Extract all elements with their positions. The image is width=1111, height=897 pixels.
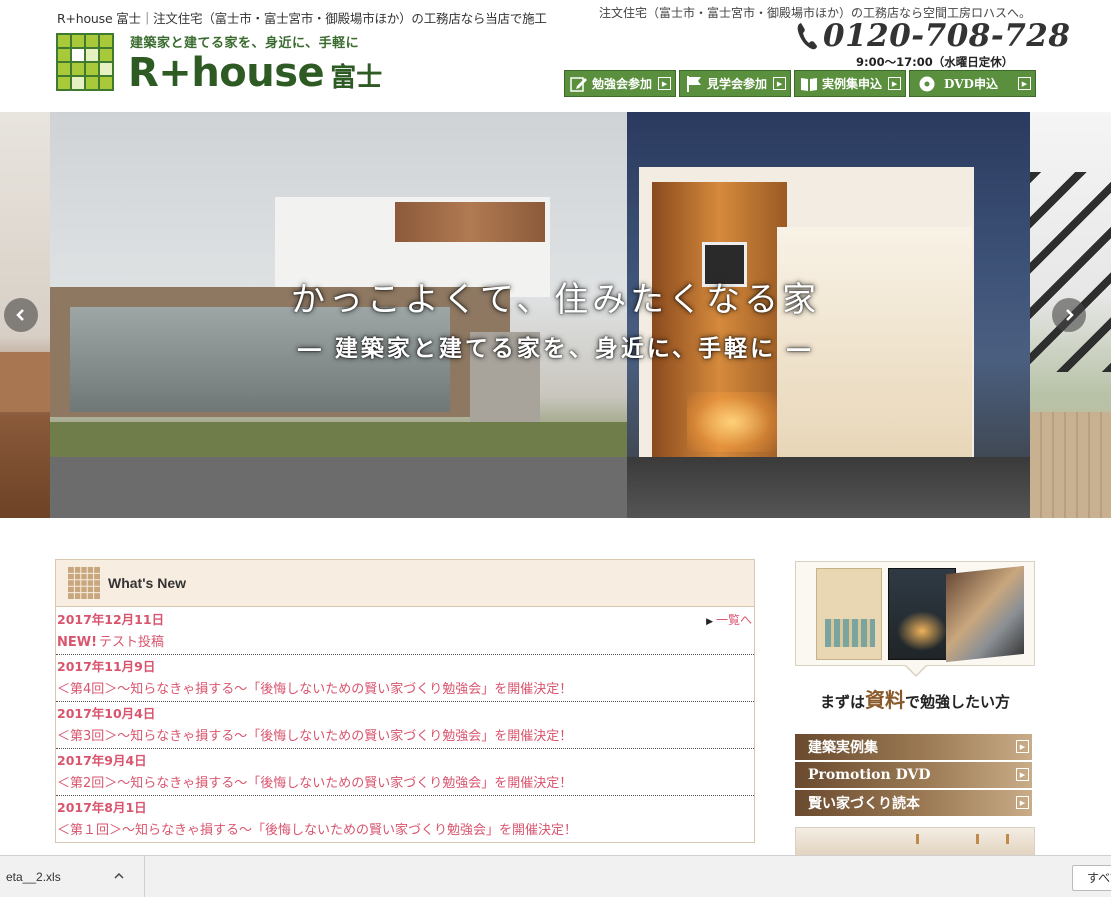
hero-house-photo-day <box>50 112 627 518</box>
download-file-name: eta__2.xls <box>6 870 61 884</box>
site-logo[interactable]: R+house 富士 <box>128 50 382 96</box>
news-list: 2017年12月11日 NEW! テスト投稿 2017年11月9日 ＜第4回＞～知… <box>56 608 754 842</box>
sidebar-buttons: 建築実例集 ▶ Promotion DVD ▶ 賢い家づくり読本 ▶ <box>795 734 1032 818</box>
arrow-right-icon: ▶ <box>1016 796 1029 809</box>
news-item: 2017年10月4日 ＜第3回＞～知らなきゃ損する～「後悔しないための賢い家づく… <box>56 702 754 749</box>
phone-number: 0120-708-728 <box>823 18 1071 54</box>
news-link[interactable]: ＜第2回＞～知らなきゃ損する～「後悔しないための賢い家づくり勉強会」を開催決定！ <box>56 772 754 795</box>
logo-brand: R+house <box>128 50 325 96</box>
header-nav: 勉強会参加 ▶ 見学会参加 ▶ 実例集申込 ▶ DVD申込 ▶ <box>564 70 1036 97</box>
promotion-dvd-button[interactable]: Promotion DVD ▶ <box>795 762 1032 788</box>
site-header: R+house 富士｜注文住宅（富士市・富士宮市・御殿場市ほか）の工務店なら当店… <box>0 0 1111 110</box>
chevron-up-icon[interactable] <box>112 869 126 883</box>
whats-new-header: What's New <box>56 560 754 607</box>
news-item: 2017年9月4日 ＜第2回＞～知らなきゃ損する～「後悔しないための賢い家づくり… <box>56 749 754 796</box>
arrow-right-icon: ▶ <box>888 77 902 90</box>
caption-emphasis: 資料 <box>865 688 905 712</box>
brochure-banner[interactable] <box>795 561 1035 666</box>
casebook-label: 建築実例集 <box>808 740 878 756</box>
guidebook-button[interactable]: 賢い家づくり読本 ▶ <box>795 790 1032 816</box>
arrow-right-icon: ▶ <box>1016 740 1029 753</box>
news-link[interactable]: NEW! テスト投稿 <box>56 631 754 654</box>
study-session-label: 勉強会参加 <box>592 77 653 91</box>
chevron-right-icon <box>1066 309 1074 321</box>
flag-icon <box>685 75 703 93</box>
hero-house-photo-night <box>627 112 1030 518</box>
download-item[interactable]: eta__2.xls <box>0 856 145 897</box>
news-date: 2017年11月9日 <box>57 659 156 674</box>
news-item: 2017年12月11日 NEW! テスト投稿 <box>56 608 754 655</box>
slider-next-button[interactable] <box>1052 298 1086 332</box>
book-cover-photos <box>946 565 1024 663</box>
casebook-request-label: 実例集申込 <box>822 77 883 91</box>
casebook-request-button[interactable]: 実例集申込 ▶ <box>794 70 907 97</box>
header-tagline: R+house 富士｜注文住宅（富士市・富士宮市・御殿場市ほか）の工務店なら当店… <box>57 11 547 26</box>
phone-icon <box>797 23 817 50</box>
news-text: テスト投稿 <box>99 635 165 650</box>
whats-new-title: What's New <box>108 575 187 591</box>
banner-pointer-inner <box>906 665 926 675</box>
arrow-right-icon: ▶ <box>1016 768 1029 781</box>
study-session-button[interactable]: 勉強会参加 ▶ <box>564 70 677 97</box>
brochure-caption: まずは資料で勉強したい方 <box>795 684 1035 713</box>
caption-pre: まずは <box>819 693 865 711</box>
book-cover-study <box>816 568 882 660</box>
hero-slider: かっこよくて、住みたくなる家 ― 建築家と建てる家を、身近に、手軽に ― <box>0 112 1111 518</box>
grid-icon <box>68 567 100 599</box>
news-date: 2017年9月4日 <box>57 753 147 768</box>
arrow-right-icon: ▶ <box>773 77 787 90</box>
download-bar: eta__2.xls すべて <box>0 855 1111 897</box>
tour-button[interactable]: 見学会参加 ▶ <box>679 70 792 97</box>
new-badge: NEW! <box>57 635 98 650</box>
arrow-right-icon: ▶ <box>658 77 672 90</box>
dvd-request-button[interactable]: DVD申込 ▶ <box>909 70 1036 97</box>
logo-brand-sub: 富士 <box>330 63 383 93</box>
news-date: 2017年12月11日 <box>57 612 165 627</box>
news-item: 2017年8月1日 ＜第１回＞～知らなきゃ損する～「後悔しないための賢い家づくり… <box>56 796 754 842</box>
casebook-button[interactable]: 建築実例集 ▶ <box>795 734 1032 760</box>
news-item: 2017年11月9日 ＜第4回＞～知らなきゃ損する～「後悔しないための賢い家づく… <box>56 655 754 702</box>
pencil-icon <box>570 75 588 93</box>
news-date: 2017年8月1日 <box>57 800 147 815</box>
phone-contact[interactable]: 0120-708-728 <box>795 18 1070 54</box>
promotion-dvd-label: Promotion DVD <box>808 767 931 783</box>
slider-prev-button[interactable] <box>4 298 38 332</box>
book-icon <box>800 75 818 93</box>
news-link[interactable]: ＜第3回＞～知らなきゃ損する～「後悔しないための賢い家づくり勉強会」を開催決定！ <box>56 725 754 748</box>
arrow-right-icon: ▶ <box>1017 77 1031 90</box>
logo-slogan: 建築家と建てる家を、身近に、手軽に <box>130 36 360 51</box>
chevron-left-icon <box>16 309 24 321</box>
news-link[interactable]: ＜第１回＞～知らなきゃ損する～「後悔しないための賢い家づくり勉強会」を開催決定！ <box>56 819 754 842</box>
show-all-downloads-button[interactable]: すべて <box>1072 865 1111 891</box>
disc-icon <box>918 75 936 93</box>
logo-grid-icon[interactable] <box>56 33 114 91</box>
tour-label: 見学会参加 <box>707 77 768 91</box>
whats-new-panel: What's New ▶ 一覧へ 2017年12月11日 NEW! テスト投稿 20… <box>55 559 755 843</box>
business-hours: 9:00～17:00（水曜日定休） <box>856 55 1014 69</box>
interior-photo-banner[interactable] <box>795 827 1035 857</box>
caption-post: で勉強したい方 <box>905 693 1011 711</box>
news-date: 2017年10月4日 <box>57 706 156 721</box>
news-link[interactable]: ＜第4回＞～知らなきゃ損する～「後悔しないための賢い家づくり勉強会」を開催決定！ <box>56 678 754 701</box>
guidebook-label: 賢い家づくり読本 <box>808 796 920 812</box>
dvd-request-label: DVD申込 <box>944 77 998 91</box>
